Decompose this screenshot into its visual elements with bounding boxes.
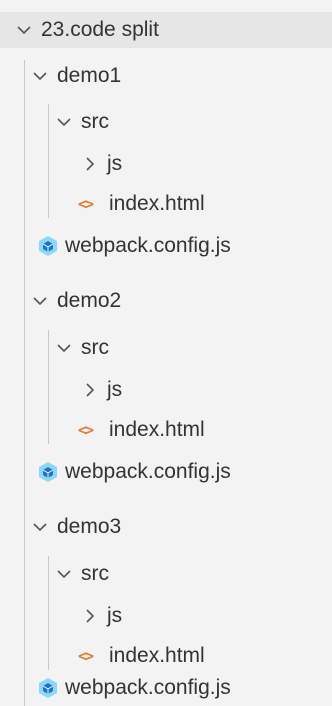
tree-folder-js[interactable]: js bbox=[0, 598, 332, 634]
tree-folder-label: src bbox=[81, 336, 109, 359]
tree-file-index-html[interactable]: <> index.html bbox=[0, 186, 332, 222]
tree-folder-label: js bbox=[107, 604, 123, 627]
tree-folder-src[interactable]: src bbox=[0, 556, 332, 592]
tree-folder-js[interactable]: js bbox=[0, 372, 332, 408]
chevron-down-icon bbox=[30, 66, 50, 86]
chevron-right-icon bbox=[80, 606, 100, 626]
tree-folder-demo2[interactable]: demo2 bbox=[0, 283, 332, 319]
tree-folder-src[interactable]: src bbox=[0, 330, 332, 366]
tree-folder-label: 23.code split bbox=[41, 18, 159, 41]
tree-folder-label: src bbox=[81, 562, 109, 585]
chevron-down-icon bbox=[14, 20, 34, 40]
tree-file-label: webpack.config.js bbox=[65, 234, 231, 257]
tree-file-index-html[interactable]: <> index.html bbox=[0, 412, 332, 448]
tree-folder-label: demo2 bbox=[57, 289, 122, 312]
tree-folder-label: js bbox=[107, 378, 123, 401]
tree-file-label: index.html bbox=[109, 192, 205, 215]
tree-file-label: index.html bbox=[109, 418, 205, 441]
tree-folder-demo3[interactable]: demo3 bbox=[0, 509, 332, 545]
tree-folder-label: js bbox=[107, 152, 123, 175]
webpack-icon bbox=[38, 677, 58, 699]
tree-file-index-html[interactable]: <> index.html bbox=[0, 638, 332, 674]
tree-folder-label: demo1 bbox=[57, 64, 122, 87]
tree-folder-root[interactable]: 23.code split bbox=[0, 12, 332, 48]
chevron-down-icon bbox=[30, 291, 50, 311]
chevron-down-icon bbox=[54, 338, 74, 358]
html-file-icon: <> bbox=[78, 647, 94, 665]
chevron-down-icon bbox=[54, 112, 74, 132]
tree-file-webpack-config[interactable]: webpack.config.js bbox=[0, 228, 332, 264]
tree-file-webpack-config[interactable]: webpack.config.js bbox=[0, 670, 332, 706]
chevron-right-icon bbox=[80, 380, 100, 400]
tree-file-label: webpack.config.js bbox=[65, 676, 231, 699]
chevron-right-icon bbox=[80, 154, 100, 174]
chevron-down-icon bbox=[54, 564, 74, 584]
file-explorer-tree: 23.code split demo1 src js <> index.html bbox=[0, 0, 332, 706]
html-file-icon: <> bbox=[78, 195, 94, 213]
tree-folder-label: demo3 bbox=[57, 515, 122, 538]
webpack-icon bbox=[38, 461, 58, 483]
html-file-icon: <> bbox=[78, 421, 94, 439]
webpack-icon bbox=[38, 235, 58, 257]
tree-file-label: webpack.config.js bbox=[65, 460, 231, 483]
tree-folder-src[interactable]: src bbox=[0, 104, 332, 140]
tree-file-webpack-config[interactable]: webpack.config.js bbox=[0, 454, 332, 490]
chevron-down-icon bbox=[30, 517, 50, 537]
tree-file-label: index.html bbox=[109, 644, 205, 667]
tree-folder-label: src bbox=[81, 110, 109, 133]
tree-folder-js[interactable]: js bbox=[0, 146, 332, 182]
tree-folder-demo1[interactable]: demo1 bbox=[0, 58, 332, 94]
